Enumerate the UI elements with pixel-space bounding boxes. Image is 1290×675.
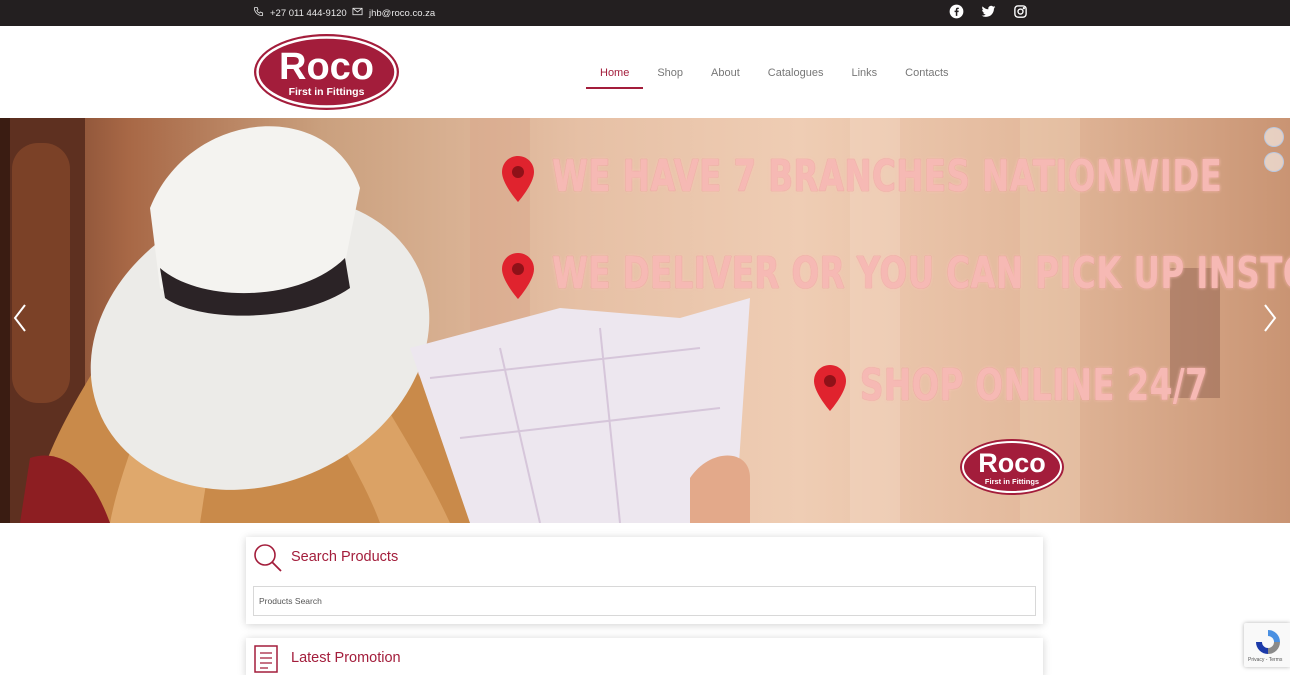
hero-slider: WE HAVE 7 BRANCHES NATIONWIDE WE DELIVER… [0,118,1290,523]
email-address: jhb@roco.co.za [369,7,436,19]
nav-links[interactable]: Links [837,26,891,118]
search-products-panel: Search Products [246,537,1043,624]
slider-prev-arrow-icon[interactable] [11,302,29,334]
location-pin-icon [814,365,846,411]
nav-about[interactable]: About [697,26,754,118]
recaptcha-icon [1256,630,1280,654]
social-links [949,4,1028,19]
products-search-input[interactable] [253,586,1036,616]
phone-number: +27 011 444-9120 [270,7,347,19]
latest-promotion-title: Latest Promotion [291,650,401,666]
twitter-icon[interactable] [981,4,996,19]
search-icon [254,544,282,572]
location-pin-icon [502,253,534,299]
nav-catalogues[interactable]: Catalogues [754,26,838,118]
logo-tagline: First in Fittings [289,86,365,98]
search-products-title: Search Products [291,549,399,565]
hero-logo-wordmark: Roco [978,448,1046,478]
instagram-icon[interactable] [1013,4,1028,19]
roco-logo[interactable]: Roco First in Fittings [253,33,400,111]
hero-headline-shop-online: SHOP ONLINE 24/7 [860,360,1208,411]
location-pin-icon [502,156,534,202]
mail-icon [352,6,363,20]
hero-logo-tagline: First in Fittings [985,477,1039,486]
slider-next-arrow-icon[interactable] [1261,302,1279,334]
document-icon [254,645,278,673]
main-navigation: Home Shop About Catalogues Links Contact… [586,26,963,118]
phone-contact[interactable]: +27 011 444-9120 [253,6,347,20]
hero-headline-branches: WE HAVE 7 BRANCHES NATIONWIDE [552,151,1223,202]
latest-promotion-panel: Latest Promotion [246,638,1043,675]
email-contact[interactable]: jhb@roco.co.za [352,6,435,20]
top-contact-bar: +27 011 444-9120 jhb@roco.co.za [0,0,1290,26]
logo-wordmark: Roco [279,46,374,88]
facebook-icon[interactable] [949,4,964,19]
nav-contacts[interactable]: Contacts [891,26,962,118]
hero-roco-logo: Roco First in Fittings [959,438,1065,496]
nav-home[interactable]: Home [586,26,644,118]
site-header: Roco First in Fittings Home Shop About C… [0,26,1290,118]
recaptcha-links[interactable]: Privacy - Terms [1248,657,1282,663]
phone-icon [253,6,264,20]
nav-shop[interactable]: Shop [643,26,697,118]
recaptcha-badge[interactable]: Privacy - Terms [1244,623,1290,667]
hero-headline-delivery: WE DELIVER OR YOU CAN PICK UP INSTORE [552,248,1290,299]
slider-fullscreen-icon[interactable] [1264,152,1284,172]
slider-loading-icon [1264,127,1284,147]
